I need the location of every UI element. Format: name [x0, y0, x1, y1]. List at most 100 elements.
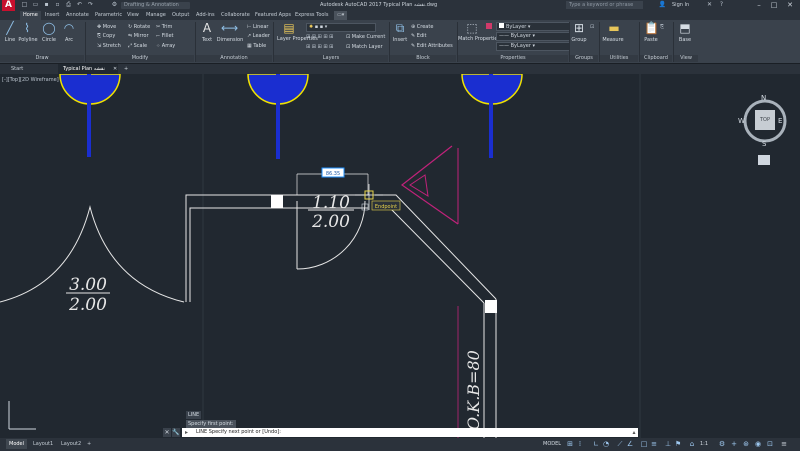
- isolate-objects-icon[interactable]: ◉: [754, 440, 762, 448]
- add-scale-icon[interactable]: +: [730, 440, 738, 448]
- doc-tab-start[interactable]: Start: [6, 64, 28, 74]
- save-icon[interactable]: ▪: [42, 1, 51, 9]
- color-swatch-icon[interactable]: [486, 23, 492, 29]
- close-button[interactable]: ✕: [783, 0, 797, 11]
- insert-block-icon[interactable]: ⧉: [393, 22, 407, 34]
- tab-parametric[interactable]: Parametric: [92, 11, 125, 20]
- panel-layers-label[interactable]: Layers: [274, 55, 388, 62]
- user-icon[interactable]: 👤: [658, 1, 667, 9]
- autoscale-icon[interactable]: ⚑: [674, 440, 682, 448]
- layout-tab-layout2[interactable]: Layout2: [58, 439, 84, 449]
- stretch-button[interactable]: ⇲ Stretch: [97, 42, 121, 50]
- tab-featured-apps[interactable]: Featured Apps: [252, 11, 294, 20]
- text-icon[interactable]: A: [200, 22, 214, 34]
- polyline-button[interactable]: Polyline: [17, 37, 39, 43]
- tab-home[interactable]: Home: [20, 11, 41, 20]
- viewcube-south[interactable]: S: [762, 140, 766, 148]
- search-input[interactable]: Type a keyword or phrase: [566, 1, 643, 9]
- save-as-icon[interactable]: ▫: [53, 1, 62, 9]
- panel-groups-label[interactable]: Groups: [570, 55, 598, 62]
- panel-utilities-label[interactable]: Utilities: [600, 55, 638, 62]
- paste-button[interactable]: Paste: [641, 37, 661, 43]
- tab-view[interactable]: View: [124, 11, 142, 20]
- panel-properties-label[interactable]: Properties: [458, 55, 568, 62]
- leader-button[interactable]: ↗ Leader: [247, 32, 270, 40]
- layout-tab-model[interactable]: Model: [6, 439, 28, 449]
- paste-icon[interactable]: 📋: [644, 22, 659, 34]
- workspace-gear-icon[interactable]: ⚙: [110, 1, 119, 9]
- create-block-button[interactable]: ⊕ Create: [411, 23, 433, 31]
- workspace-dropdown[interactable]: Drafting & Annotation: [121, 2, 190, 9]
- copy-clip-icon[interactable]: ⎘: [660, 23, 664, 31]
- line-button[interactable]: Line: [2, 37, 18, 43]
- trim-button[interactable]: ✂ Trim: [156, 23, 172, 31]
- text-button[interactable]: Text: [199, 37, 215, 43]
- polyline-icon[interactable]: ⌇: [20, 22, 34, 34]
- circle-button[interactable]: Circle: [40, 37, 58, 43]
- layer-properties-icon[interactable]: ▤: [281, 22, 297, 34]
- tab-manage[interactable]: Manage: [143, 11, 169, 20]
- clean-screen-icon[interactable]: ⊡: [766, 440, 774, 448]
- group-icon[interactable]: ⊞: [572, 22, 586, 34]
- mirror-button[interactable]: ⇋ Mirror: [128, 32, 149, 40]
- plot-icon[interactable]: ⎙: [64, 1, 73, 9]
- osnap-tracking-icon[interactable]: ∠: [626, 440, 634, 448]
- layer-dropdown[interactable]: ✹ ▪ ▪ ▾: [306, 23, 376, 32]
- isodraft-icon[interactable]: ⟋: [616, 440, 624, 448]
- panel-block-label[interactable]: Block: [390, 55, 456, 62]
- dimension-icon[interactable]: ⟷: [221, 22, 238, 34]
- object-snap-icon[interactable]: □: [640, 440, 648, 448]
- grip-square[interactable]: [271, 195, 283, 208]
- panel-annotation-label[interactable]: Annotation: [196, 55, 272, 62]
- new-tab-icon[interactable]: +: [119, 64, 133, 74]
- tab-add-ins[interactable]: Add-ins: [193, 11, 218, 20]
- layer-tools-row[interactable]: ⊞ ⊞ ⊞ ⊞ ⊞: [306, 33, 333, 41]
- drawing-canvas[interactable]: 86.35 Endpoint 1.10 2.00 3.00 2.00 O.K.B…: [0, 74, 800, 438]
- match-layer-button[interactable]: ⊡ Match Layer: [346, 43, 383, 51]
- copy-button[interactable]: ⎘ Copy: [97, 32, 115, 40]
- workspace-switch-icon[interactable]: ⚙: [718, 440, 726, 448]
- linear-button[interactable]: ⊢ Linear: [247, 23, 269, 31]
- lineweight-dropdown[interactable]: —— ByLayer ▾: [496, 42, 570, 51]
- tab-annotate[interactable]: Annotate: [63, 11, 92, 20]
- group-button[interactable]: Group: [569, 37, 589, 43]
- arc-icon[interactable]: ◠: [62, 22, 76, 34]
- nav-bar-handle[interactable]: [758, 155, 770, 165]
- rotate-button[interactable]: ↻ Rotate: [128, 23, 150, 31]
- viewcube-top-face[interactable]: TOP: [755, 110, 775, 130]
- polar-icon[interactable]: ◔: [602, 440, 610, 448]
- annotation-visibility-icon[interactable]: ⊥: [664, 440, 672, 448]
- ortho-icon[interactable]: ∟: [592, 440, 600, 448]
- command-history-icon[interactable]: ▴: [630, 428, 638, 437]
- edit-attributes-button[interactable]: ✎ Edit Attributes: [411, 42, 453, 50]
- snap-icon[interactable]: ⁞: [576, 440, 584, 448]
- new-layout-icon[interactable]: +: [84, 439, 94, 449]
- match-properties-button[interactable]: Match Properties: [458, 37, 500, 42]
- viewport-controls-label[interactable]: [-][Top][2D Wireframe]: [2, 77, 59, 83]
- arc-button[interactable]: Arc: [60, 37, 78, 43]
- viewcube-east[interactable]: E: [778, 117, 782, 125]
- match-properties-icon[interactable]: ⬚: [465, 22, 479, 34]
- minimize-button[interactable]: –: [752, 0, 766, 11]
- annotation-scale-icon[interactable]: ⌂: [688, 440, 696, 448]
- layer-tools-row[interactable]: ⊞ ⊞ ⊞ ⊞ ⊞: [306, 43, 333, 51]
- autocad-logo-icon[interactable]: A: [2, 0, 15, 11]
- color-dropdown[interactable]: ByLayer ▾: [496, 22, 570, 31]
- move-button[interactable]: ✥ Move: [97, 23, 116, 31]
- layer-properties-button[interactable]: Layer Properties: [277, 37, 318, 42]
- new-icon[interactable]: □: [20, 1, 29, 9]
- layout-tab-layout1[interactable]: Layout1: [30, 439, 56, 449]
- tab-collaborate[interactable]: Collaborate: [218, 11, 253, 20]
- dimension-button[interactable]: Dimension: [216, 37, 244, 43]
- circle-icon[interactable]: ◯: [42, 22, 56, 34]
- exchange-icon[interactable]: ✕: [705, 1, 714, 9]
- grip-square[interactable]: [485, 300, 497, 313]
- panel-clipboard-label[interactable]: Clipboard: [640, 55, 672, 62]
- undo-icon[interactable]: ↶: [75, 1, 84, 9]
- help-icon[interactable]: ?: [717, 1, 726, 9]
- lineweight-icon[interactable]: ≡: [650, 440, 658, 448]
- grid-icon[interactable]: ⊞: [566, 440, 574, 448]
- command-close-icon[interactable]: ✕: [163, 428, 171, 437]
- array-button[interactable]: ⁘ Array: [156, 42, 175, 50]
- command-customize-icon[interactable]: 🔧: [172, 428, 180, 437]
